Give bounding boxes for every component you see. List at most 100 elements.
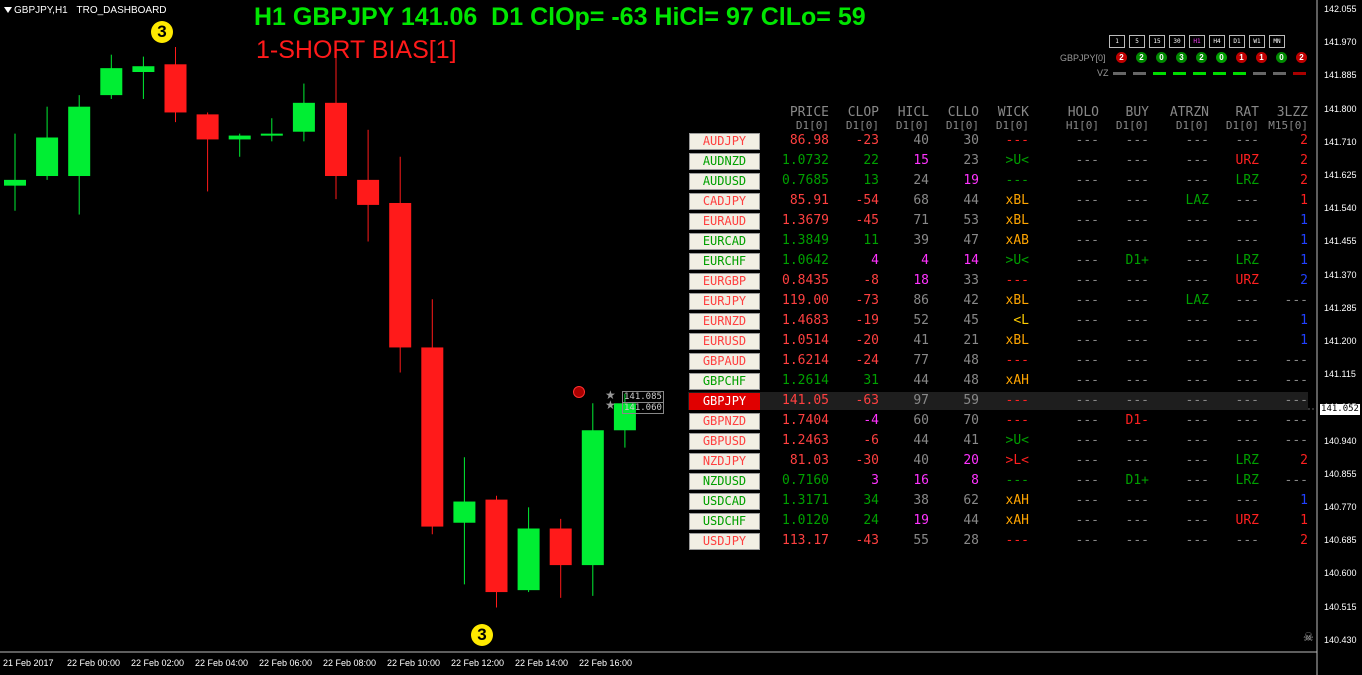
cell-cllo: 48	[963, 373, 979, 388]
pair-button[interactable]: GBPCHF	[689, 373, 760, 390]
vz-bar	[1172, 71, 1186, 75]
cell-atrzn: ---	[1185, 273, 1209, 288]
cell-hicl: 16	[913, 473, 929, 488]
pair-button[interactable]: EURCAD	[689, 233, 760, 250]
cell-lzz: 1	[1300, 513, 1308, 528]
cell-clop: 24	[863, 513, 879, 528]
cell-hicl: 4	[921, 253, 929, 268]
timeframe-button-1[interactable]: 1	[1109, 35, 1125, 48]
cell-clop: -4	[863, 413, 879, 428]
pair-button[interactable]: NZDJPY	[689, 453, 760, 470]
cell-buy: ---	[1125, 533, 1149, 548]
pair-button[interactable]: GBPUSD	[689, 433, 760, 450]
cell-atrzn: ---	[1185, 213, 1209, 228]
pair-button[interactable]: USDCHF	[689, 513, 760, 530]
timeframe-button-h1[interactable]: H1	[1189, 35, 1205, 48]
timeframe-button-30[interactable]: 30	[1169, 35, 1185, 48]
candles-group	[4, 46, 636, 608]
pair-button[interactable]: USDCAD	[689, 493, 760, 510]
cell-hicl: 18	[913, 273, 929, 288]
cell-cllo: 21	[963, 333, 979, 348]
cell-hicl: 41	[913, 333, 929, 348]
pair-button[interactable]: AUDUSD	[689, 173, 760, 190]
pair-button[interactable]: EURUSD	[689, 333, 760, 350]
candle-body	[517, 528, 540, 591]
vz-row: VZ	[1097, 68, 1313, 78]
timeframe-button-w1[interactable]: W1	[1249, 35, 1265, 48]
pair-button[interactable]: EURAUD	[689, 213, 760, 230]
timeframe-button-mn[interactable]: MN	[1269, 35, 1285, 48]
cell-rat: URZ	[1235, 153, 1259, 168]
cell-holo: ---	[1075, 333, 1099, 348]
pair-button[interactable]: AUDNZD	[689, 153, 760, 170]
pair-button[interactable]: GBPJPY	[689, 393, 760, 410]
y-tick-label: 140.430	[1324, 634, 1357, 645]
pair-button[interactable]: EURCHF	[689, 253, 760, 270]
pair-button[interactable]: EURNZD	[689, 313, 760, 330]
pair-button[interactable]: AUDJPY	[689, 133, 760, 150]
cell-holo: ---	[1075, 313, 1099, 328]
cell-holo: ---	[1075, 393, 1099, 408]
cell-lzz: 1	[1300, 253, 1308, 268]
pair-button[interactable]: EURGBP	[689, 273, 760, 290]
cell-buy: D1+	[1125, 473, 1149, 488]
candle-body	[453, 501, 476, 523]
cell-buy: ---	[1125, 293, 1149, 308]
pair-button[interactable]: NZDUSD	[689, 473, 760, 490]
cell-lzz: ---	[1284, 433, 1308, 448]
header-summary: H1 GBPJPY 141.06 D1 ClOp= -63 HiCl= 97 C…	[254, 3, 866, 31]
pair-button[interactable]: CADJPY	[689, 193, 760, 210]
cell-lzz: 2	[1300, 533, 1308, 548]
timeframe-button-d1[interactable]: D1	[1229, 35, 1245, 48]
timeframe-button-15[interactable]: 15	[1149, 35, 1165, 48]
candle-body	[68, 106, 91, 177]
cell-price: 1.2614	[782, 373, 829, 388]
y-tick-label: 140.855	[1324, 468, 1357, 479]
cell-clop: -19	[855, 313, 879, 328]
candle-body	[196, 114, 219, 140]
pair-button[interactable]: GBPAUD	[689, 353, 760, 370]
cell-holo: ---	[1075, 193, 1099, 208]
table-row: EURGBP 0.8435 -8 18 33 --- --- --- --- URZ 2	[688, 272, 1308, 290]
pair-button[interactable]: EURJPY	[689, 293, 760, 310]
cell-rat: ---	[1235, 353, 1259, 368]
cell-atrzn: ---	[1185, 393, 1209, 408]
cell-price: 1.0732	[782, 153, 829, 168]
cell-hicl: 40	[913, 453, 929, 468]
x-tick-label: 21 Feb 2017	[3, 658, 54, 668]
table-row: EURNZD 1.4683 -19 52 45 <L --- --- --- --- 1	[688, 312, 1308, 330]
window-menu-icon[interactable]	[4, 7, 12, 13]
table-row: GBPUSD 1.2463 -6 44 41 >U< --- --- --- --- ---	[688, 432, 1308, 450]
cell-cllo: 42	[963, 293, 979, 308]
timeframe-button-h4[interactable]: H4	[1209, 35, 1225, 48]
cell-holo: ---	[1075, 433, 1099, 448]
y-tick-label: 141.540	[1324, 203, 1357, 214]
chart-label: TRO_DASHBOARD	[76, 5, 167, 16]
cell-rat: ---	[1235, 213, 1259, 228]
cell-rat: ---	[1235, 433, 1259, 448]
pair-button[interactable]: USDJPY	[689, 533, 760, 550]
cell-holo: ---	[1075, 373, 1099, 388]
cell-hicl: 97	[913, 393, 929, 408]
cell-holo: ---	[1075, 513, 1099, 528]
cell-price: 1.6214	[782, 353, 829, 368]
cell-cllo: 20	[963, 453, 979, 468]
cell-cllo: 48	[963, 353, 979, 368]
candle-body	[357, 179, 380, 205]
cell-price: 119.00	[782, 293, 829, 308]
cell-cllo: 44	[963, 193, 979, 208]
cell-rat: ---	[1235, 533, 1259, 548]
pair-button[interactable]: GBPNZD	[689, 413, 760, 430]
cell-wick: xBL	[1005, 213, 1029, 228]
cell-clop: 22	[863, 153, 879, 168]
cell-cllo: 44	[963, 513, 979, 528]
cell-hicl: 52	[913, 313, 929, 328]
column-header-3lzz: 3LZZ	[1276, 105, 1308, 120]
timeframe-button-5[interactable]: 5	[1129, 35, 1145, 48]
cell-rat: ---	[1235, 333, 1259, 348]
cell-clop: -73	[855, 293, 879, 308]
alert-icon[interactable]	[573, 386, 585, 398]
candle-body	[4, 179, 26, 186]
vz-bar	[1132, 71, 1146, 75]
table-row: AUDUSD 0.7685 13 24 19 --- --- --- --- LRZ 2	[688, 172, 1308, 190]
